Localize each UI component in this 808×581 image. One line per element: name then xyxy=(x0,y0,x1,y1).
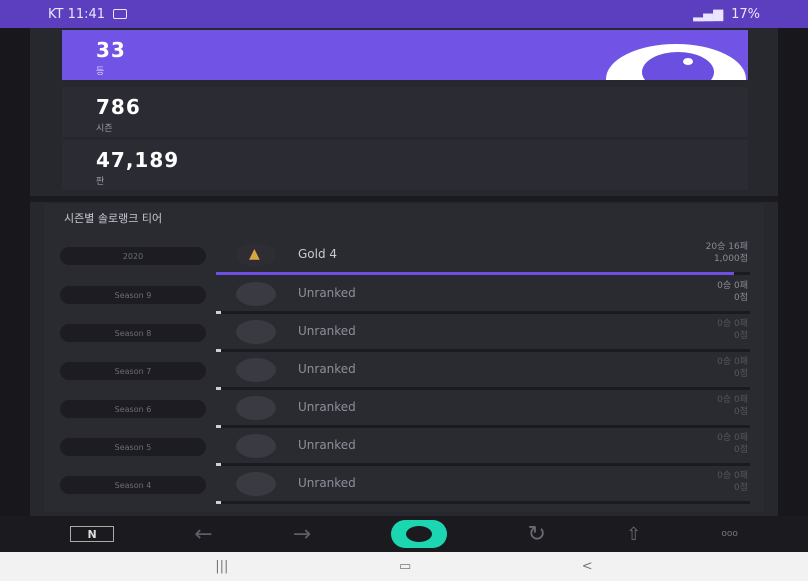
unranked-emblem-icon xyxy=(236,358,276,382)
home-ring-icon[interactable] xyxy=(391,520,448,548)
season-record: 20승 16패 1,000점 xyxy=(706,241,748,265)
unranked-emblem-icon xyxy=(236,282,276,306)
recents-icon[interactable]: ||| xyxy=(215,559,228,574)
season-row[interactable]: Season 9 Unranked 0승 0패 0점 xyxy=(60,280,750,314)
progress-fill xyxy=(216,425,222,428)
stat-value: 47,189 xyxy=(96,148,180,172)
season-record: 0승 0패 0점 xyxy=(717,470,748,494)
section-title: 시즌별 솔로랭크 티어 xyxy=(64,212,163,225)
record-points: 1,000점 xyxy=(713,254,748,264)
record-wins-losses: 0승 0패 xyxy=(717,395,748,405)
stat-value: 786 xyxy=(96,95,141,119)
season-progress-bar xyxy=(216,272,750,275)
tier-name: Unranked xyxy=(298,476,356,490)
unranked-emblem-icon xyxy=(236,434,276,458)
screen-edge-right xyxy=(778,28,808,516)
tier-name: Unranked xyxy=(298,400,356,414)
record-wins-losses: 20승 16패 xyxy=(705,242,748,252)
season-progress-bar xyxy=(216,311,750,314)
season-progress-bar xyxy=(216,463,750,466)
screen-edge-left xyxy=(0,28,30,516)
arrow-right-icon[interactable]: → xyxy=(293,522,311,547)
record-points: 0점 xyxy=(733,407,748,417)
more-button[interactable]: ooo xyxy=(721,529,738,539)
season-record: 0승 0패 0점 xyxy=(717,280,748,304)
status-bar: KT 11:41 ▂▄▆ 17% xyxy=(0,0,808,28)
season-progress-bar xyxy=(216,501,750,504)
season-row[interactable]: Season 5 Unranked 0승 0패 0점 xyxy=(60,432,750,466)
season-progress-bar xyxy=(216,387,750,390)
season-pill: Season 9 xyxy=(60,286,206,304)
record-wins-losses: 0승 0패 xyxy=(717,471,748,481)
season-pill: Season 4 xyxy=(60,476,206,494)
season-pill: Season 6 xyxy=(60,400,206,418)
record-points: 0점 xyxy=(733,369,748,379)
record-wins-losses: 0승 0패 xyxy=(717,357,748,367)
stat-label: 시즌 xyxy=(96,124,113,134)
battery-level: 17% xyxy=(731,6,760,22)
season-progress-bar xyxy=(216,425,750,428)
season-pill: Season 7 xyxy=(60,362,206,380)
season-row[interactable]: Season 7 Unranked 0승 0패 0점 xyxy=(60,356,750,390)
progress-fill xyxy=(216,311,222,314)
unranked-emblem-icon xyxy=(236,320,276,344)
stat-label: 판 xyxy=(96,177,105,187)
record-points: 0점 xyxy=(733,293,748,303)
season-record: 0승 0패 0점 xyxy=(717,394,748,418)
progress-fill xyxy=(216,387,222,390)
season-row[interactable]: Season 4 Unranked 0승 0패 0점 xyxy=(60,470,750,504)
signal-icon: ▂▄▆ xyxy=(693,6,724,22)
season-pill: Season 8 xyxy=(60,324,206,342)
back-icon[interactable]: < xyxy=(582,559,593,574)
record-points: 0점 xyxy=(733,331,748,341)
record-wins-losses: 0승 0패 xyxy=(717,281,748,291)
progress-fill xyxy=(216,272,734,275)
record-wins-losses: 0승 0패 xyxy=(717,319,748,329)
season-record: 0승 0패 0점 xyxy=(717,356,748,380)
system-nav-bar: ||| ▭ < xyxy=(0,552,808,581)
arrow-left-icon[interactable]: ← xyxy=(194,522,212,547)
unranked-emblem-icon xyxy=(236,396,276,420)
season-pill: 2020 xyxy=(60,247,206,265)
tier-name: Unranked xyxy=(298,438,356,452)
season-row[interactable]: Season 6 Unranked 0승 0패 0점 xyxy=(60,394,750,428)
record-points: 0점 xyxy=(733,483,748,493)
season-row[interactable]: 2020 Gold 4 20승 16패 1,000점 xyxy=(60,241,750,275)
gallery-icon xyxy=(113,9,128,19)
progress-fill xyxy=(216,463,222,466)
season-record: 0승 0패 0점 xyxy=(717,318,748,342)
status-left: KT 11:41 xyxy=(48,6,128,22)
section-divider xyxy=(30,196,778,202)
share-icon[interactable]: ⇧ xyxy=(626,524,641,545)
tier-name: Unranked xyxy=(298,362,356,376)
bottom-nav-bar: N ← → ↻ ⇧ ooo xyxy=(0,516,808,552)
season-record: 0승 0패 0점 xyxy=(717,432,748,456)
season-row[interactable]: Season 8 Unranked 0승 0패 0점 xyxy=(60,318,750,352)
progress-fill xyxy=(216,349,222,352)
status-right: ▂▄▆ 17% xyxy=(693,7,760,22)
tier-name: Unranked xyxy=(298,324,356,338)
home-icon[interactable]: ▭ xyxy=(399,559,411,574)
tier-name: Gold 4 xyxy=(298,247,338,261)
status-time: KT 11:41 xyxy=(48,6,106,22)
refresh-icon[interactable]: ↻ xyxy=(528,522,546,547)
season-pill: Season 5 xyxy=(60,438,206,456)
unranked-emblem-icon xyxy=(236,472,276,496)
stat-card-season[interactable]: 786 시즌 xyxy=(62,87,748,137)
stat-card-games[interactable]: 47,189 판 xyxy=(62,140,748,190)
ring-graphic-icon xyxy=(606,44,746,80)
tier-name: Unranked xyxy=(298,286,356,300)
record-points: 0점 xyxy=(733,445,748,455)
progress-fill xyxy=(216,501,222,504)
naver-n-button[interactable]: N xyxy=(70,526,115,542)
gold-emblem-icon xyxy=(236,243,276,267)
record-wins-losses: 0승 0패 xyxy=(717,433,748,443)
season-progress-bar xyxy=(216,349,750,352)
